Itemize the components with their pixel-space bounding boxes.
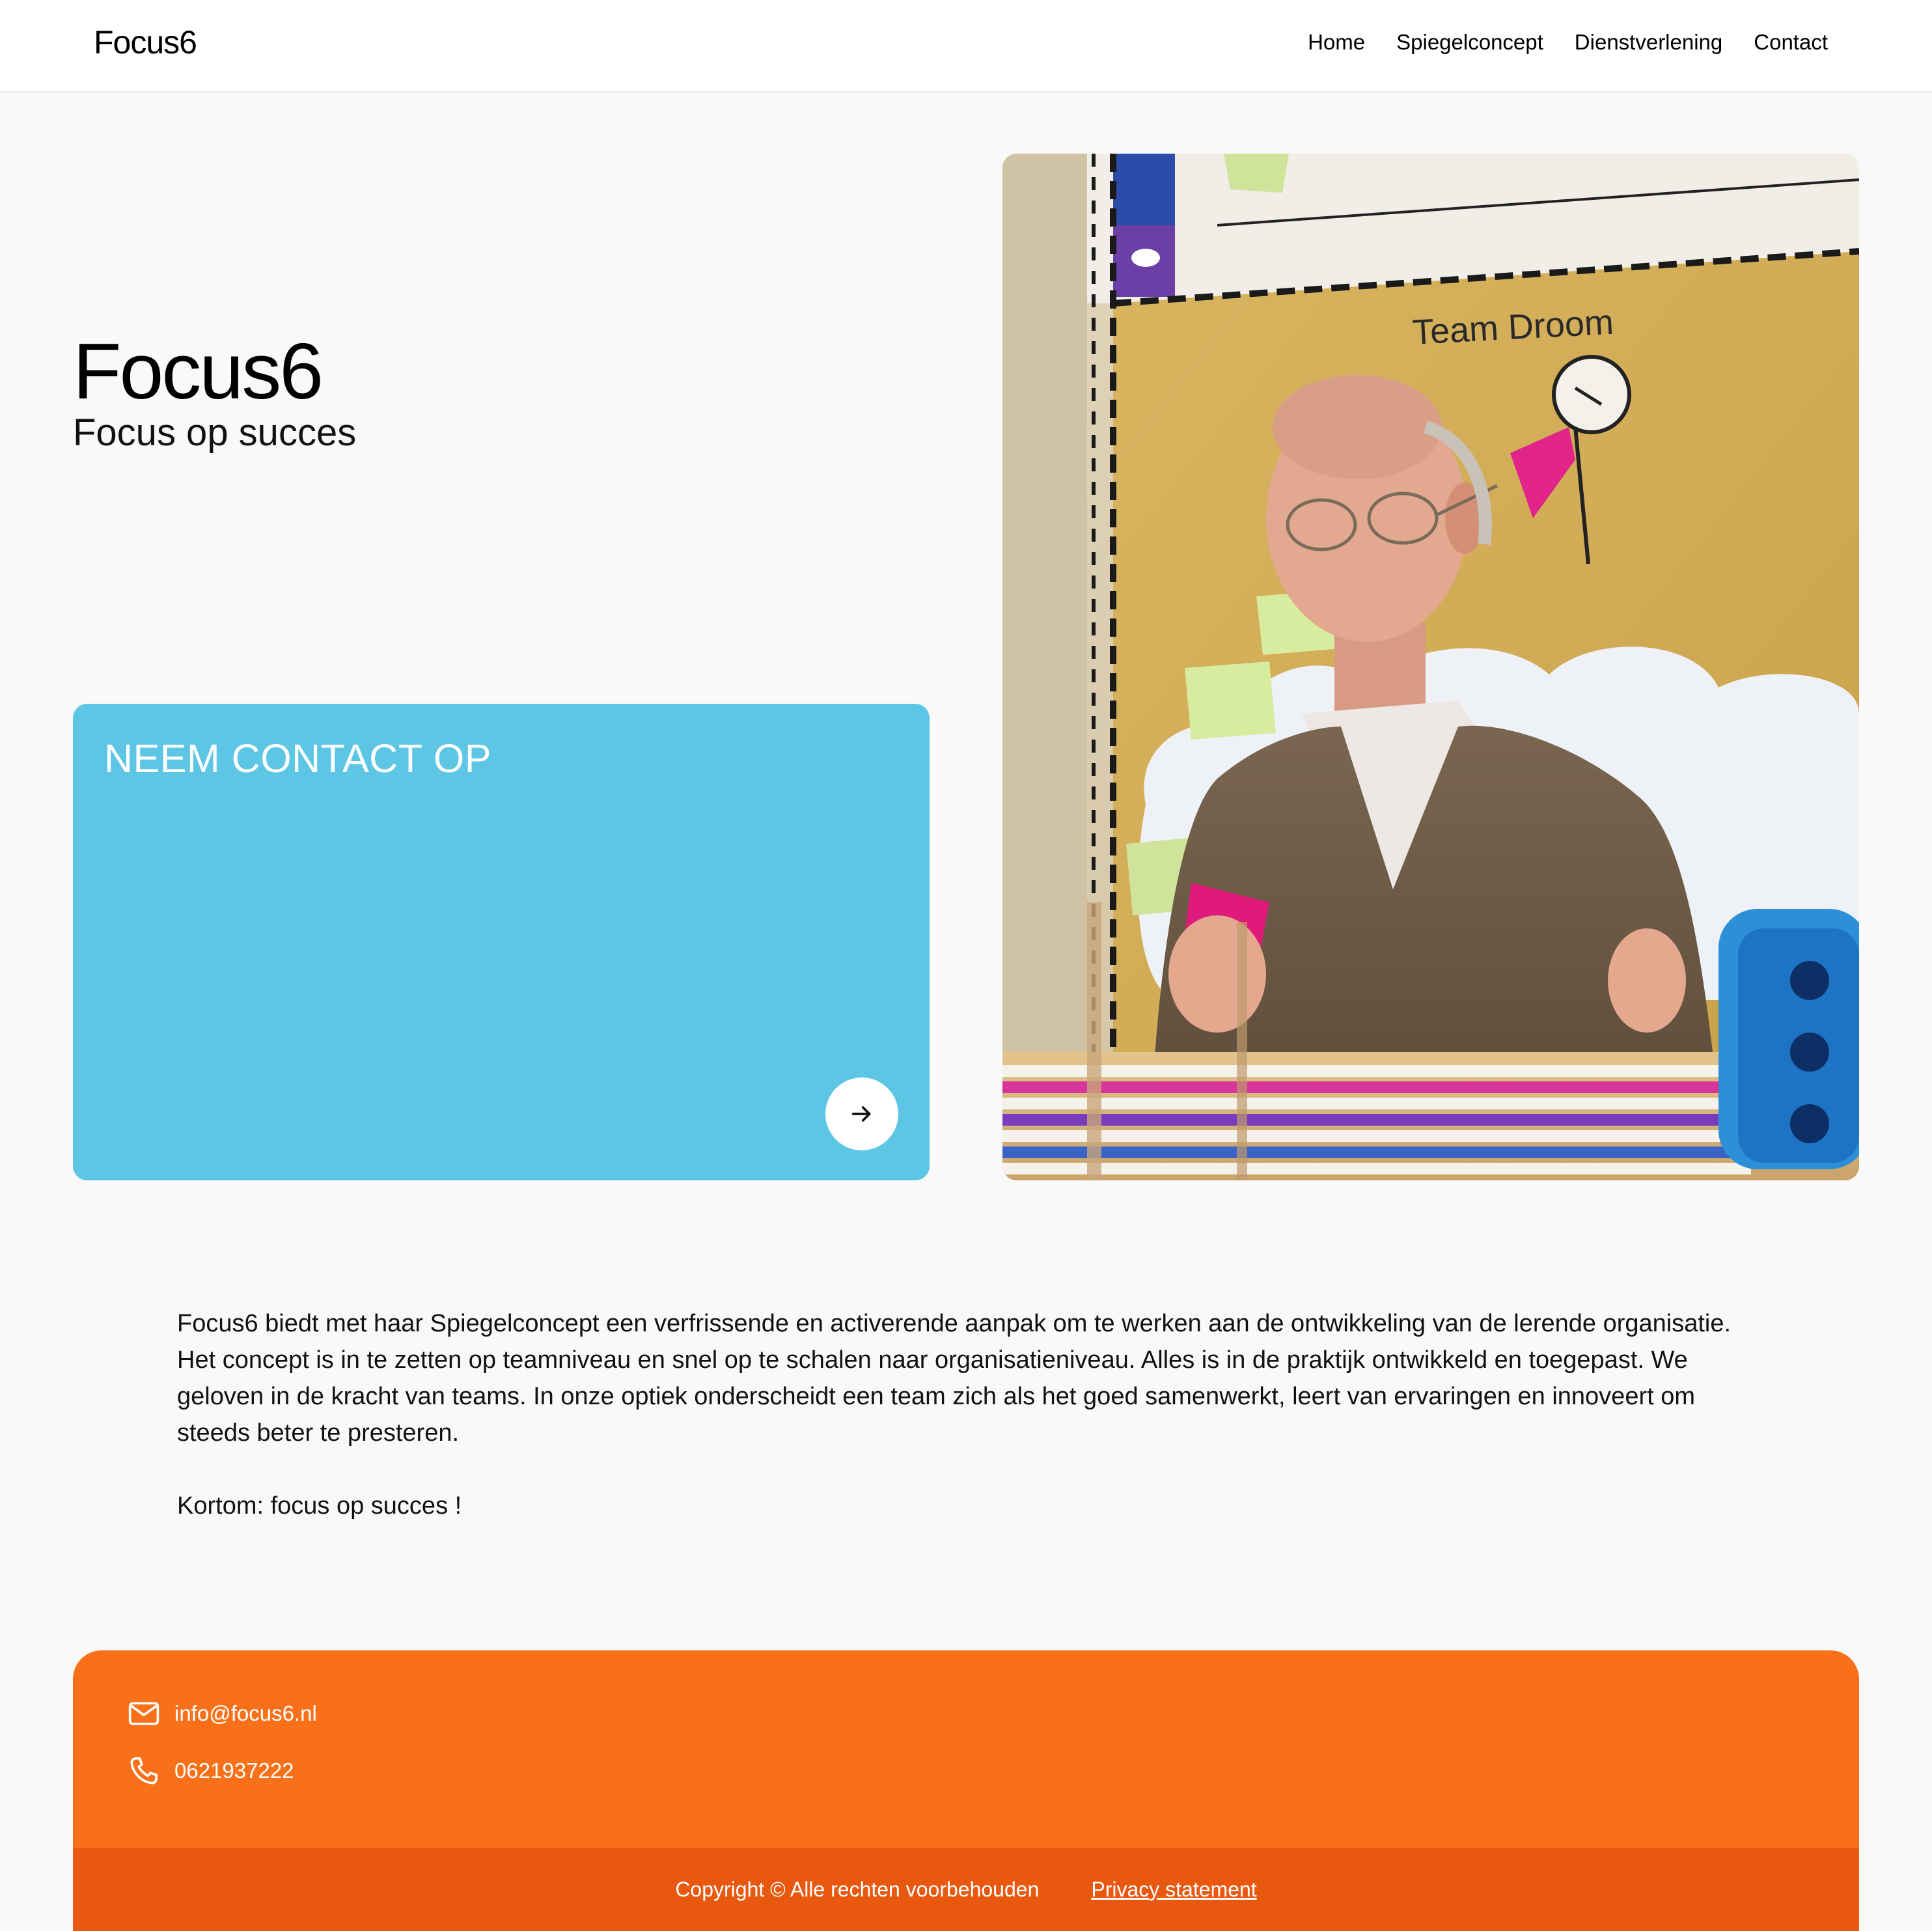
footer-bottom-bar: Copyright © Alle rechten voorbehouden Pr… [73, 1848, 1859, 1931]
hero-subtitle: Focus op succes [73, 411, 357, 454]
hero-title: Focus6 [73, 327, 324, 415]
contact-arrow-button[interactable] [825, 1077, 898, 1150]
nav-dienstverlening[interactable]: Dienstverlening [1575, 26, 1722, 59]
nav-contact[interactable]: Contact [1754, 26, 1828, 59]
arrow-right-icon [851, 1106, 871, 1122]
site-footer: info@focus6.nl 0621937222 Copyright © Al… [73, 1650, 1859, 1931]
intro-section: Focus6 biedt met haar Spiegelconcept een… [177, 1305, 1752, 1561]
privacy-statement-link[interactable]: Privacy statement [1091, 1878, 1256, 1902]
nav-home[interactable]: Home [1308, 26, 1365, 59]
mail-icon [128, 1702, 159, 1725]
hero-photo: Team Droom [1002, 154, 1859, 1180]
site-logo[interactable]: Focus6 [94, 20, 197, 65]
intro-paragraph: Focus6 biedt met haar Spiegelconcept een… [177, 1310, 1732, 1447]
intro-closing: Kortom: focus op succes ! [177, 1492, 462, 1520]
contact-card[interactable]: NEEM CONTACT OP [73, 704, 930, 1180]
site-header: Focus6 Home Spiegelconcept Dienstverleni… [0, 0, 1932, 92]
copyright-text: Copyright © Alle rechten voorbehouden [675, 1877, 1040, 1901]
workshop-photo-image: Team Droom [1002, 154, 1859, 1180]
footer-email-row[interactable]: info@focus6.nl [126, 1696, 317, 1731]
main-nav: Home Spiegelconcept Dienstverlening Cont… [1308, 26, 1828, 59]
phone-icon [130, 1757, 158, 1785]
footer-email[interactable]: info@focus6.nl [174, 1697, 317, 1730]
footer-phone-row[interactable]: 0621937222 [126, 1753, 294, 1788]
contact-card-title: NEEM CONTACT OP [104, 736, 491, 781]
nav-spiegelconcept[interactable]: Spiegelconcept [1396, 26, 1543, 59]
footer-phone[interactable]: 0621937222 [174, 1755, 294, 1787]
